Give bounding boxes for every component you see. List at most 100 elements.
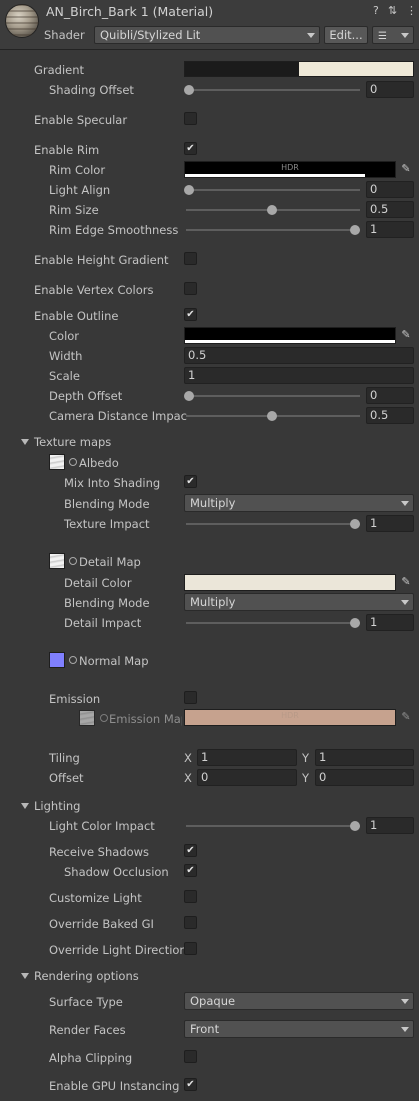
light-color-impact-slider-thumb[interactable] [350, 821, 360, 831]
shading-offset-slider-track[interactable] [186, 89, 360, 91]
detail-impact-slider-thumb[interactable] [350, 618, 360, 628]
offset-x-field[interactable]: 0 [197, 769, 297, 786]
alpha-clipping-checkbox[interactable] [184, 1050, 197, 1063]
shadow-occlusion-checkbox[interactable]: ✔ [184, 864, 197, 877]
eyedropper-icon[interactable]: ✎ [398, 709, 414, 725]
texture-impact-field[interactable]: 1 [366, 515, 414, 532]
light-align-slider-track[interactable] [186, 189, 360, 191]
rim-edge-slider-thumb[interactable] [350, 225, 360, 235]
foldout-arrow-icon[interactable] [21, 439, 29, 445]
emission-checkbox[interactable] [184, 691, 197, 704]
blending-mode-dropdown[interactable]: Multiply [184, 494, 414, 512]
emission-color-field[interactable]: HDR [184, 709, 396, 726]
depth-offset-field[interactable]: 0 [366, 387, 414, 404]
enable-rim-label: Enable Rim [34, 143, 100, 157]
eyedropper-icon[interactable]: ✎ [398, 161, 414, 177]
blending-mode-label: Blending Mode [64, 497, 150, 511]
normal-map-texture-thumbnail[interactable] [49, 652, 65, 668]
camera-distance-slider-thumb[interactable] [267, 411, 277, 421]
edit-shader-button[interactable]: Edit... [324, 26, 368, 44]
outline-color-field[interactable] [184, 327, 396, 344]
gradient-label: Gradient [34, 63, 85, 77]
preset-icon[interactable]: ⇅ [388, 4, 397, 17]
enable-outline-label: Enable Outline [34, 309, 119, 323]
rim-color-field[interactable]: HDR [184, 161, 396, 178]
chevron-down-icon [307, 33, 315, 38]
eyedropper-icon[interactable]: ✎ [398, 327, 414, 343]
shading-offset-field[interactable]: 0 [366, 81, 414, 98]
surface-type-dropdown[interactable]: Opaque [184, 992, 414, 1010]
light-align-label: Light Align [49, 183, 111, 197]
chevron-down-icon [401, 1027, 409, 1032]
light-color-impact-label: Light Color Impact [49, 819, 155, 833]
texture-maps-section[interactable]: Texture maps [34, 435, 111, 449]
customize-light-checkbox[interactable] [184, 890, 197, 903]
rim-size-field[interactable]: 0.5 [366, 201, 414, 218]
foldout-arrow-icon[interactable] [21, 803, 29, 809]
light-color-impact-slider-track[interactable] [186, 825, 360, 827]
depth-offset-slider-track[interactable] [186, 395, 360, 397]
tiling-y-label: Y [302, 751, 310, 765]
rendering-options-section[interactable]: Rendering options [34, 969, 139, 983]
chevron-down-icon [401, 999, 409, 1004]
object-picker-icon[interactable] [69, 458, 77, 466]
menu-icon[interactable]: ⋮ [406, 4, 417, 17]
offset-label: Offset [49, 771, 84, 785]
rim-color-alpha-bar [185, 174, 365, 177]
object-picker-icon[interactable] [69, 656, 77, 664]
eyedropper-icon[interactable]: ✎ [398, 574, 414, 590]
lighting-section[interactable]: Lighting [34, 799, 80, 813]
enable-rim-checkbox[interactable]: ✔ [184, 142, 197, 155]
width-label: Width [49, 349, 83, 363]
light-align-field[interactable]: 0 [366, 181, 414, 198]
vertex-colors-checkbox[interactable] [184, 282, 197, 295]
override-baked-gi-checkbox[interactable] [184, 916, 197, 929]
light-color-impact-field[interactable]: 1 [366, 817, 414, 834]
enable-outline-checkbox[interactable]: ✔ [184, 308, 197, 321]
shader-dropdown[interactable]: Quibli/Stylized Lit [94, 26, 320, 44]
scale-field[interactable]: 1 [184, 367, 414, 384]
rim-size-slider-thumb[interactable] [267, 205, 277, 215]
receive-shadows-label: Receive Shadows [49, 845, 150, 859]
gpu-instancing-checkbox[interactable]: ✔ [184, 1078, 197, 1091]
offset-y-field[interactable]: 0 [315, 769, 414, 786]
object-picker-icon[interactable] [100, 714, 108, 722]
enable-specular-checkbox[interactable] [184, 112, 197, 125]
render-faces-dropdown[interactable]: Front [184, 1020, 414, 1038]
mix-into-shading-checkbox[interactable]: ✔ [184, 475, 197, 488]
height-gradient-checkbox[interactable] [184, 252, 197, 265]
camera-distance-field[interactable]: 0.5 [366, 407, 414, 424]
object-picker-icon[interactable] [69, 557, 77, 565]
gradient-field[interactable] [184, 61, 414, 77]
texture-impact-slider-thumb[interactable] [350, 519, 360, 529]
detail-color-field[interactable] [184, 574, 396, 591]
tiling-x-field[interactable]: 1 [197, 749, 297, 766]
tiling-y-field[interactable]: 1 [315, 749, 414, 766]
detail-impact-slider-track[interactable] [186, 622, 360, 624]
help-icon[interactable]: ? [373, 4, 379, 17]
shader-label: Shader [44, 28, 85, 42]
light-align-slider-thumb[interactable] [184, 185, 194, 195]
foldout-arrow-icon[interactable] [21, 973, 29, 979]
receive-shadows-checkbox[interactable]: ✔ [184, 844, 197, 857]
rim-edge-field[interactable]: 1 [366, 221, 414, 238]
detail-map-texture-thumbnail[interactable] [49, 553, 65, 569]
emission-map-texture-thumbnail[interactable] [79, 710, 95, 726]
outline-color-alpha-bar [185, 340, 395, 343]
detail-impact-field[interactable]: 1 [366, 614, 414, 631]
albedo-texture-thumbnail[interactable] [49, 454, 65, 470]
detail-blending-mode-dropdown[interactable]: Multiply [184, 593, 414, 611]
mix-into-shading-label: Mix Into Shading [64, 476, 161, 490]
hdr-label: HDR [281, 711, 299, 720]
rim-edge-slider-track[interactable] [186, 229, 360, 231]
offset-x-label: X [184, 771, 192, 785]
gpu-instancing-label: Enable GPU Instancing [49, 1079, 180, 1093]
depth-offset-slider-thumb[interactable] [184, 391, 194, 401]
override-baked-gi-label: Override Baked GI [49, 917, 154, 931]
shading-offset-slider-thumb[interactable] [184, 85, 194, 95]
width-field[interactable]: 0.5 [184, 347, 414, 364]
shader-menu-dropdown[interactable]: ☰ [372, 26, 414, 44]
texture-impact-slider-track[interactable] [186, 523, 360, 525]
override-light-direction-checkbox[interactable] [184, 942, 197, 955]
scale-label: Scale [49, 369, 80, 383]
